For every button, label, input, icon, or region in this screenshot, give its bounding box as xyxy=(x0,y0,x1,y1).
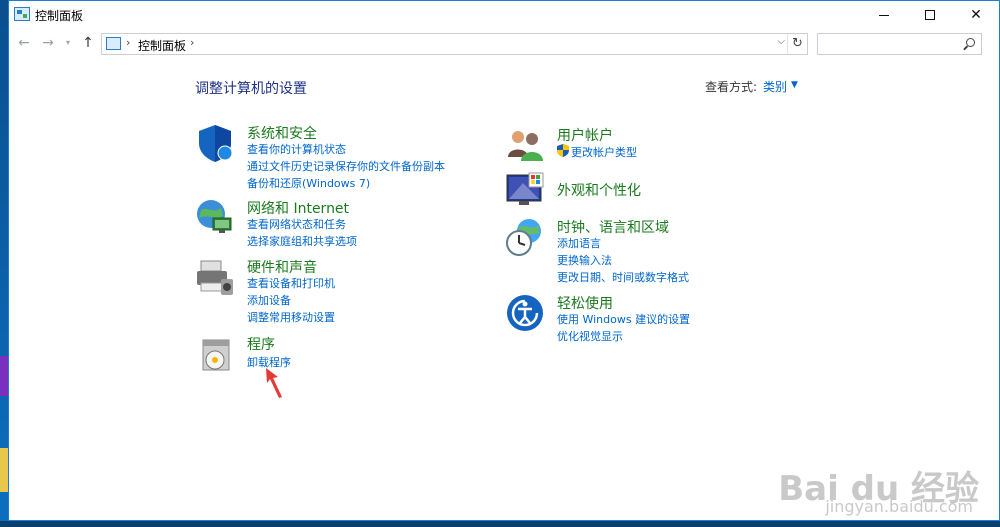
category-title[interactable]: 时钟、语言和区域 xyxy=(557,217,669,237)
category-hardware-sound: 硬件和声音 查看设备和打印机 添加设备 调整常用移动设置 xyxy=(195,257,495,325)
monitor-palette-icon[interactable] xyxy=(505,171,545,211)
breadcrumb-control-panel[interactable]: 控制面板 xyxy=(138,37,186,54)
category-title[interactable]: 用户帐户 xyxy=(557,125,613,145)
link-backup-restore[interactable]: 备份和还原(Windows 7) xyxy=(247,175,370,191)
printer-icon[interactable] xyxy=(195,257,235,297)
category-system-security: 系统和安全 查看你的计算机状态 通过文件历史记录保存你的文件备份副本 备份和还原… xyxy=(195,123,495,191)
link-homegroup-sharing[interactable]: 选择家庭组和共享选项 xyxy=(247,233,357,249)
category-user-accounts: 用户帐户 更改帐户类型 xyxy=(505,125,805,165)
search-icon[interactable] xyxy=(966,38,975,47)
category-title[interactable]: 系统和安全 xyxy=(247,123,317,143)
view-by-dropdown[interactable]: 类别 xyxy=(763,78,787,95)
control-panel-icon xyxy=(14,7,30,21)
link-file-history-backup[interactable]: 通过文件历史记录保存你的文件备份副本 xyxy=(247,158,445,174)
forward-button[interactable]: → xyxy=(39,33,57,53)
baidu-watermark-url: jingyan.baidu.com xyxy=(825,497,973,516)
title-bar[interactable]: 控制面板 ✕ xyxy=(9,1,999,29)
search-input[interactable] xyxy=(817,33,982,55)
breadcrumb-separator[interactable]: › xyxy=(126,36,130,49)
link-recommended-settings[interactable]: 使用 Windows 建议的设置 xyxy=(557,311,690,327)
address-dropdown-icon[interactable]: ⌵ xyxy=(777,36,785,47)
chevron-down-icon[interactable]: ▼ xyxy=(791,80,798,90)
link-mobility-settings[interactable]: 调整常用移动设置 xyxy=(247,309,335,325)
desktop-folder-icon[interactable] xyxy=(0,448,8,492)
link-change-input-method[interactable]: 更换输入法 xyxy=(557,252,612,268)
link-view-computer-status[interactable]: 查看你的计算机状态 xyxy=(247,141,346,157)
maximize-icon xyxy=(925,10,935,20)
address-bar[interactable]: › 控制面板 › ⌵ ↻ xyxy=(101,33,808,55)
users-icon[interactable] xyxy=(505,125,545,165)
category-title[interactable]: 程序 xyxy=(247,334,275,354)
category-appearance: 外观和个性化 xyxy=(505,171,805,211)
link-date-time-format[interactable]: 更改日期、时间或数字格式 xyxy=(557,269,689,285)
refresh-button[interactable]: ↻ xyxy=(787,34,807,54)
clock-globe-icon[interactable] xyxy=(505,217,545,257)
window-title: 控制面板 xyxy=(35,9,84,23)
recent-locations-button[interactable]: ▾ xyxy=(63,33,73,53)
control-panel-window: 控制面板 ✕ ← → ▾ ↑ › 控制面板 › ⌵ ↻ 调整计算机的设置 查看方… xyxy=(8,0,1000,521)
control-panel-icon xyxy=(106,37,121,50)
up-button[interactable]: ↑ xyxy=(79,33,97,53)
desktop-icon-label xyxy=(0,404,8,440)
maximize-button[interactable] xyxy=(907,1,953,29)
link-change-account-type[interactable]: 更改帐户类型 xyxy=(571,144,637,160)
category-clock-language-region: 时钟、语言和区域 添加语言 更换输入法 更改日期、时间或数字格式 xyxy=(505,217,805,285)
taskbar xyxy=(0,521,1000,527)
back-button[interactable]: ← xyxy=(15,33,33,53)
link-optimize-visual-display[interactable]: 优化视觉显示 xyxy=(557,328,623,344)
category-title[interactable]: 硬件和声音 xyxy=(247,257,317,277)
close-button[interactable]: ✕ xyxy=(953,1,999,29)
globe-network-icon[interactable] xyxy=(195,198,235,238)
accessibility-icon[interactable] xyxy=(505,293,545,333)
programs-disc-icon[interactable] xyxy=(195,334,235,374)
category-title[interactable]: 外观和个性化 xyxy=(557,180,641,200)
minimize-button[interactable] xyxy=(861,1,907,29)
page-title: 调整计算机的设置 xyxy=(195,81,307,97)
annotation-arrow-icon xyxy=(266,368,282,398)
control-panel-content: 调整计算机的设置 查看方式: 类别 ▼ 系统和安全 查看你的计算机状态 通过文件… xyxy=(9,57,999,520)
breadcrumb-separator[interactable]: › xyxy=(190,36,194,49)
navigation-bar: ← → ▾ ↑ › 控制面板 › ⌵ ↻ xyxy=(9,29,999,57)
close-icon: ✕ xyxy=(970,7,982,23)
category-title[interactable]: 轻松使用 xyxy=(557,293,613,313)
link-network-status[interactable]: 查看网络状态和任务 xyxy=(247,216,346,232)
uac-shield-icon xyxy=(557,144,569,157)
category-network-internet: 网络和 Internet 查看网络状态和任务 选择家庭组和共享选项 xyxy=(195,198,495,248)
link-add-device[interactable]: 添加设备 xyxy=(247,292,291,308)
category-ease-of-access: 轻松使用 使用 Windows 建议的设置 优化视觉显示 xyxy=(505,293,805,343)
category-title[interactable]: 网络和 Internet xyxy=(247,198,349,218)
shield-icon[interactable] xyxy=(195,123,235,163)
view-by-label: 查看方式: xyxy=(705,80,758,94)
link-add-language[interactable]: 添加语言 xyxy=(557,235,601,251)
minimize-icon xyxy=(879,14,889,16)
category-programs: 程序 卸载程序 xyxy=(195,334,495,374)
link-devices-printers[interactable]: 查看设备和打印机 xyxy=(247,275,335,291)
